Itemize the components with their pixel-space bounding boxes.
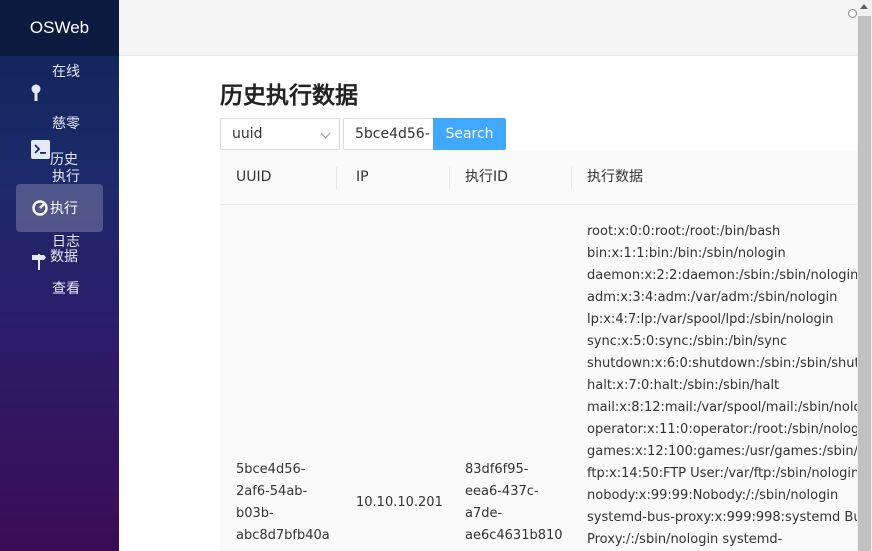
exec-data-line: nobody:x:99:99:Nobody:/:/sbin/nologin	[587, 488, 839, 503]
exec-data-line: Proxy:/:/sbin/nologin systemd-	[587, 532, 783, 547]
column-header-exec-data[interactable]: 执行数据	[587, 150, 643, 205]
exec-id-line: 83df6f95-	[465, 462, 529, 477]
signpost-icon	[31, 252, 47, 274]
exec-data-line: sync:x:5:0:sync:/sbin:/bin/sync	[587, 334, 788, 349]
brand-logo[interactable]: OSWeb	[0, 0, 119, 56]
sidebar-item-label-2: 数据	[50, 249, 78, 265]
exec-data-line: operator:x:11:0:operator:/root:/sbin/nol…	[587, 422, 857, 437]
exec-data-line: adm:x:3:4:adm:/var/adm:/sbin/nologin	[587, 290, 838, 305]
award-icon	[30, 84, 42, 106]
scroll-up-arrow-icon[interactable]	[860, 4, 868, 9]
column-header-ip[interactable]: IP	[356, 150, 369, 205]
column-divider	[336, 167, 337, 189]
exec-id-line: eea6-437c-	[465, 484, 539, 499]
table-row: 5bce4d56- 2af6-54ab- b03b- abc8d7bfb40a …	[220, 205, 857, 551]
uuid-line: abc8d7bfb40a	[236, 528, 330, 543]
sidebar-item-label: 在线	[52, 64, 80, 80]
sidebar-item-history[interactable]: 历史 执行	[0, 152, 119, 185]
exec-data-line: root:x:0:0:root:/root:/bin/bash	[587, 224, 781, 239]
search-input[interactable]: 5bce4d56-	[343, 118, 435, 150]
exec-data-line: daemon:x:2:2:daemon:/sbin:/sbin/nologin	[587, 268, 857, 283]
column-divider	[449, 167, 450, 189]
sidebar-item-label: 查看	[52, 281, 80, 297]
cell-uuid[interactable]: 5bce4d56- 2af6-54ab- b03b- abc8d7bfb40a	[236, 459, 330, 547]
sidebar-item-label-2: 执行	[52, 169, 80, 185]
header-bar	[119, 0, 857, 56]
exec-data-line: systemd-bus-proxy:x:999:998:systemd Bus	[587, 510, 857, 525]
field-select-value: uuid	[232, 126, 263, 142]
uuid-line: b03b-	[236, 506, 274, 521]
page-title: 历史执行数据	[220, 83, 358, 109]
exec-id-line: a7de-	[465, 506, 503, 521]
status-dot-icon	[848, 9, 857, 18]
uuid-line: 5bce4d56-	[236, 462, 306, 477]
search-button[interactable]: Search	[433, 118, 506, 150]
column-divider	[571, 167, 572, 189]
history-table: UUID IP 执行ID 执行数据 5bce4d56- 2af6-54ab- b…	[220, 150, 857, 551]
vertical-scrollbar[interactable]	[857, 0, 872, 551]
scrollbar-thumb[interactable]	[858, 16, 871, 551]
exec-id-line: ae6c4631b810	[465, 528, 563, 543]
uuid-line: 2af6-54ab-	[236, 484, 308, 499]
table-header: UUID IP 执行ID 执行数据	[220, 150, 857, 205]
cell-exec-id[interactable]: 83df6f95- eea6-437c- a7de- ae6c4631b810	[465, 459, 563, 547]
sidebar-item-online[interactable]: 在线	[0, 64, 119, 104]
exec-data-line: ftp:x:14:50:FTP User:/var/ftp:/sbin/nolo…	[587, 466, 857, 481]
column-header-uuid[interactable]: UUID	[236, 150, 271, 205]
exec-data-line: shutdown:x:6:0:shutdown:/sbin:/sbin/shut…	[587, 356, 857, 371]
exec-data-line: lp:x:4:7:lp:/var/spool/lpd:/sbin/nologin	[587, 312, 834, 327]
exec-data-line: bin:x:1:1:bin:/bin:/sbin/nologin	[587, 246, 786, 261]
sidebar-item-label: 慈零	[52, 116, 80, 132]
dashboard-icon	[32, 200, 48, 220]
exec-data-line: halt:x:7:0:halt:/sbin:/sbin/halt	[587, 378, 780, 393]
exec-data-line: mail:x:8:12:mail:/var/spool/mail:/sbin/n…	[587, 400, 857, 415]
sidebar-item-label: 日志	[52, 234, 80, 250]
sidebar-item-logs[interactable]: 日志 数据	[0, 234, 119, 270]
sidebar-item-view[interactable]: 查看	[0, 281, 119, 301]
cell-exec-data[interactable]: root:x:0:0:root:/root:/bin/bash bin:x:1:…	[587, 221, 857, 551]
sidebar-item-label: 执行	[50, 201, 78, 217]
sidebar-item-label: 历史	[50, 152, 78, 168]
sidebar-item-execute[interactable]: 执行	[0, 200, 119, 220]
chevron-down-icon	[320, 128, 331, 139]
app-root: OSWeb 在线 慈零 历史 执行 执行 日志 数据 查看 历史执行数据 uui…	[0, 0, 872, 551]
column-header-exec-id[interactable]: 执行ID	[465, 150, 508, 205]
cell-ip[interactable]: 10.10.10.201	[356, 492, 443, 514]
exec-data-line: games:x:12:100:games:/usr/games:/sbin/no…	[587, 444, 857, 459]
field-select[interactable]: uuid	[220, 118, 340, 150]
sidebar: OSWeb 在线 慈零 历史 执行 执行 日志 数据 查看	[0, 0, 119, 551]
